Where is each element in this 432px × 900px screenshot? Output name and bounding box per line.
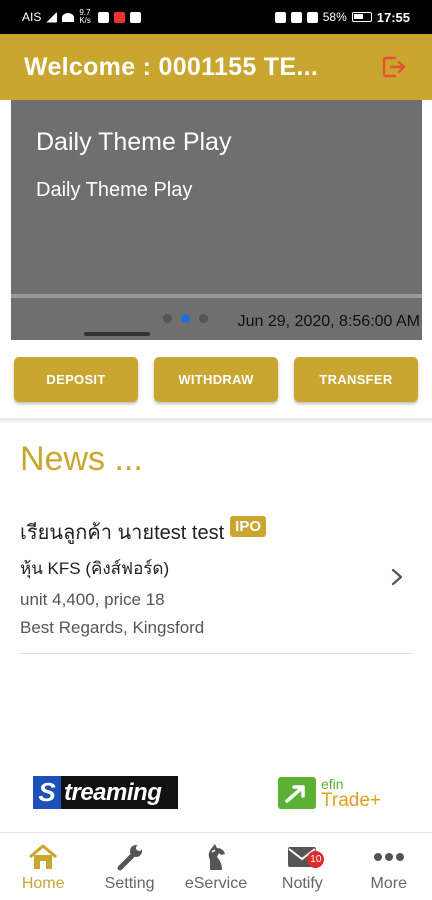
app-header: Welcome : 0001155 TE... (0, 34, 432, 100)
banner-divider (11, 294, 422, 298)
app-notification-icon (114, 11, 126, 23)
nav-setting[interactable]: Setting (90, 843, 170, 900)
horse-icon (200, 843, 232, 871)
wifi-icon (62, 12, 75, 22)
clock: 17:55 (376, 9, 410, 25)
more-icon (373, 843, 405, 871)
bluetooth-icon (306, 11, 318, 23)
streaming-logo-text: treaming (64, 778, 162, 806)
news-heading: News ... (20, 440, 143, 478)
scroll-handle[interactable] (84, 332, 150, 336)
trade-plus-label: Trade+ (321, 789, 382, 811)
news-signature: Best Regards, Kingsford (20, 618, 205, 637)
eye-icon (274, 11, 286, 23)
action-buttons: DEPOSIT WITHDRAW TRANSFER (14, 357, 418, 402)
streaming-logo-mark: S (33, 776, 61, 809)
battery-icon (351, 12, 372, 22)
nfc-icon (290, 11, 302, 23)
nav-home[interactable]: Home (3, 843, 83, 900)
news-list-item[interactable]: เรียนลูกค้า นายtest test IPO หุ้น KFS (ค… (20, 515, 412, 654)
mail-icon: 10 (286, 843, 325, 871)
home-icon (27, 843, 59, 871)
streaming-notification-icon (130, 11, 142, 23)
nav-more-label: More (370, 875, 407, 892)
logout-button[interactable] (380, 53, 408, 81)
nav-eservice[interactable]: eService (176, 843, 256, 900)
speed-label: 9.7 K/s (79, 8, 91, 25)
efin-arrow-icon (278, 777, 316, 809)
promo-banner[interactable]: Daily Theme Play Daily Theme Play Jun 29… (11, 100, 422, 340)
banner-pager (163, 314, 208, 323)
nav-notify-label: Notify (281, 875, 323, 892)
wrench-icon (114, 843, 146, 871)
nav-home-label: Home (21, 875, 65, 892)
news-headline-row: เรียนลูกค้า นายtest test IPO (20, 515, 412, 548)
nav-eservice-label: eService (184, 875, 248, 892)
app-screen: AIS 9.7 K/s 58% 17:55 Welcome : 0001155 … (0, 0, 432, 900)
carrier-label: AIS (22, 10, 42, 24)
news-headline: เรียนลูกค้า นายtest test (20, 522, 225, 544)
efin-text: efin Trade+ (321, 777, 381, 810)
news-stock: หุ้น KFS (คิงส์ฟอร์ด) (20, 559, 170, 578)
banner-subtitle: Daily Theme Play (36, 179, 193, 201)
streaming-logo[interactable]: S treaming (33, 776, 178, 809)
news-detail: unit 4,400, price 18 (20, 590, 165, 609)
section-divider (0, 418, 432, 424)
banner-date: Jun 29, 2020, 8:56:00 AM (237, 313, 420, 330)
banner-title: Daily Theme Play (36, 128, 232, 156)
withdraw-button[interactable]: WITHDRAW (154, 357, 278, 402)
deposit-button[interactable]: DEPOSIT (14, 357, 138, 402)
transfer-button[interactable]: TRANSFER (294, 357, 418, 402)
nav-more[interactable]: More (349, 843, 429, 900)
signal-icon (46, 11, 58, 23)
bottom-navigation: Home Setting eService 10 Notify More (0, 832, 432, 900)
status-right: 58% 17:55 (274, 9, 410, 25)
ipo-badge: IPO (230, 515, 266, 537)
notification-icon (98, 11, 110, 23)
efin-trade-logo[interactable]: efin Trade+ (278, 776, 404, 810)
nav-setting-label: Setting (104, 875, 155, 892)
status-left: AIS 9.7 K/s (22, 8, 142, 25)
chevron-right-icon (391, 568, 403, 586)
efin-label: efin (321, 775, 344, 792)
notify-count-badge: 10 (307, 851, 325, 868)
status-bar: AIS 9.7 K/s 58% 17:55 (0, 0, 432, 34)
nav-notify[interactable]: 10 Notify (262, 843, 342, 900)
pager-dot[interactable] (163, 314, 172, 323)
logout-icon (382, 56, 406, 78)
welcome-title: Welcome : 0001155 TE... (24, 52, 319, 81)
pager-dot[interactable] (199, 314, 208, 323)
pager-dot-active[interactable] (181, 314, 190, 323)
battery-percent: 58% (322, 10, 347, 24)
